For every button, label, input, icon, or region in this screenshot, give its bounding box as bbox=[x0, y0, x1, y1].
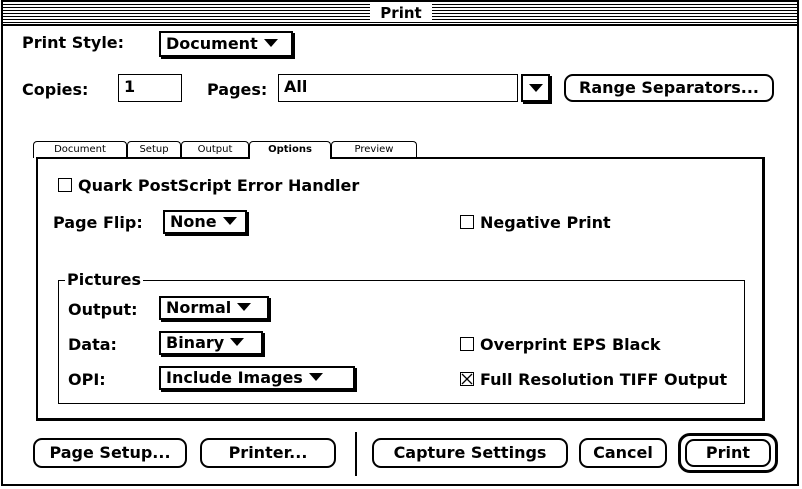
print-style-label: Print Style: bbox=[22, 33, 125, 52]
copies-label: Copies: bbox=[22, 80, 89, 99]
capture-settings-button[interactable]: Capture Settings bbox=[372, 438, 568, 468]
chevron-down-icon bbox=[529, 84, 543, 92]
tab-document[interactable]: Document bbox=[33, 141, 127, 158]
tab-setup[interactable]: Setup bbox=[127, 141, 181, 158]
printer-button[interactable]: Printer... bbox=[200, 438, 336, 468]
dialog-title: Print bbox=[370, 4, 432, 22]
print-button[interactable]: Print bbox=[685, 439, 771, 467]
print-style-value: Document bbox=[166, 34, 258, 53]
page-setup-button[interactable]: Page Setup... bbox=[33, 438, 187, 468]
print-dialog: Print Print Style: Document Copies: 1 Pa… bbox=[1, 0, 799, 486]
pages-label: Pages: bbox=[207, 80, 268, 99]
title-bar[interactable]: Print bbox=[3, 2, 797, 26]
copies-field[interactable]: 1 bbox=[118, 74, 182, 102]
options-panel bbox=[36, 157, 765, 421]
tab-preview[interactable]: Preview bbox=[331, 141, 417, 158]
chevron-down-icon bbox=[263, 39, 278, 47]
tab-options[interactable]: Options bbox=[249, 141, 331, 159]
range-separators-button[interactable]: Range Separators... bbox=[564, 74, 774, 102]
print-style-popup[interactable]: Document bbox=[159, 31, 293, 57]
button-divider bbox=[355, 432, 357, 476]
tab-output[interactable]: Output bbox=[181, 141, 249, 158]
cancel-button[interactable]: Cancel bbox=[579, 438, 667, 468]
pages-dropdown-button[interactable] bbox=[521, 74, 550, 102]
pages-field[interactable]: All bbox=[278, 74, 518, 102]
